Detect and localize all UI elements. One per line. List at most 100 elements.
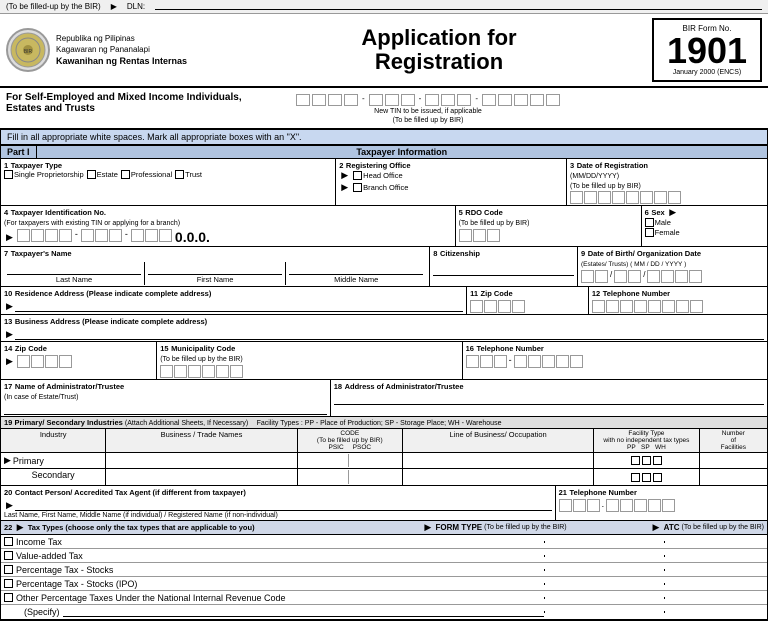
tel-res-5[interactable] — [648, 300, 661, 313]
cb-vat[interactable] — [4, 551, 13, 560]
tin-in-5[interactable] — [81, 229, 94, 242]
tel-bus-2[interactable] — [480, 355, 493, 368]
muni-4[interactable] — [202, 365, 215, 378]
zip-res-1[interactable] — [470, 300, 483, 313]
tel-bus-7[interactable] — [556, 355, 569, 368]
secondary-pp[interactable] — [631, 473, 640, 482]
muni-2[interactable] — [174, 365, 187, 378]
tel-c-3[interactable] — [587, 499, 600, 512]
zip-res-2[interactable] — [484, 300, 497, 313]
cb-box-head[interactable] — [353, 171, 362, 180]
date-cell-5[interactable] — [626, 191, 639, 204]
business-addr-input[interactable] — [15, 328, 764, 340]
cb-box-trust[interactable] — [175, 170, 184, 179]
tel-bus-3[interactable] — [494, 355, 507, 368]
form-type-income[interactable] — [544, 541, 664, 543]
tin-in-1[interactable] — [17, 229, 30, 242]
secondary-line-business[interactable] — [403, 469, 594, 485]
tel-c-1[interactable] — [559, 499, 572, 512]
muni-6[interactable] — [230, 365, 243, 378]
dob-7[interactable] — [675, 270, 688, 283]
atc-vat[interactable] — [664, 555, 764, 557]
tin-cell-8[interactable] — [425, 94, 439, 106]
secondary-wh[interactable] — [653, 473, 662, 482]
tin-cell-2[interactable] — [312, 94, 326, 106]
cb-box-single[interactable] — [4, 170, 13, 179]
zip-bus-3[interactable] — [45, 355, 58, 368]
primary-trade-names[interactable] — [106, 453, 297, 468]
tel-c-2[interactable] — [573, 499, 586, 512]
date-cell-7[interactable] — [654, 191, 667, 204]
dob-4[interactable] — [628, 270, 641, 283]
tin-cell-3[interactable] — [328, 94, 342, 106]
primary-psic[interactable] — [301, 454, 350, 467]
primary-psoc[interactable] — [351, 454, 399, 467]
secondary-psic[interactable] — [301, 470, 350, 484]
last-name-input[interactable] — [7, 263, 141, 275]
rdo-1[interactable] — [459, 229, 472, 242]
tel-res-7[interactable] — [676, 300, 689, 313]
form-type-pct-stocks[interactable] — [544, 569, 664, 571]
admin-name-input[interactable] — [4, 403, 327, 415]
primary-wh[interactable] — [653, 456, 662, 465]
tin-in-9[interactable] — [145, 229, 158, 242]
tel-res-3[interactable] — [620, 300, 633, 313]
rdo-3[interactable] — [487, 229, 500, 242]
zip-bus-1[interactable] — [17, 355, 30, 368]
tel-res-8[interactable] — [690, 300, 703, 313]
secondary-sp[interactable] — [642, 473, 651, 482]
first-name-input[interactable] — [148, 263, 282, 275]
tin-in-4[interactable] — [59, 229, 72, 242]
specify-input[interactable] — [63, 607, 544, 617]
primary-line-business[interactable] — [403, 453, 594, 468]
cb-other-pct[interactable] — [4, 593, 13, 602]
muni-1[interactable] — [160, 365, 173, 378]
tel-c-8[interactable] — [662, 499, 675, 512]
zip-bus-2[interactable] — [31, 355, 44, 368]
tin-in-2[interactable] — [31, 229, 44, 242]
dob-1[interactable] — [581, 270, 594, 283]
date-cell-1[interactable] — [570, 191, 583, 204]
tel-res-6[interactable] — [662, 300, 675, 313]
tel-c-4[interactable] — [606, 499, 619, 512]
tin-cell-14[interactable] — [530, 94, 544, 106]
tin-cell-13[interactable] — [514, 94, 528, 106]
tel-res-2[interactable] — [606, 300, 619, 313]
cb-box-male[interactable] — [645, 218, 654, 227]
form-type-specify[interactable] — [544, 611, 664, 613]
tin-cell-15[interactable] — [546, 94, 560, 106]
muni-3[interactable] — [188, 365, 201, 378]
secondary-trade-names[interactable] — [106, 469, 297, 485]
zip-bus-4[interactable] — [59, 355, 72, 368]
primary-pp[interactable] — [631, 456, 640, 465]
dob-3[interactable] — [614, 270, 627, 283]
secondary-num-fac[interactable] — [700, 469, 767, 485]
date-cell-6[interactable] — [640, 191, 653, 204]
cb-pct-ipo[interactable] — [4, 579, 13, 588]
citizenship-input[interactable] — [433, 264, 574, 276]
zip-res-4[interactable] — [512, 300, 525, 313]
form-type-vat[interactable] — [544, 555, 664, 557]
form-type-other-pct[interactable] — [544, 597, 664, 599]
tin-cell-6[interactable] — [385, 94, 399, 106]
zip-res-3[interactable] — [498, 300, 511, 313]
tin-cell-4[interactable] — [344, 94, 358, 106]
cb-pct-stocks[interactable] — [4, 565, 13, 574]
dob-2[interactable] — [595, 270, 608, 283]
dob-5[interactable] — [647, 270, 660, 283]
atc-pct-stocks[interactable] — [664, 569, 764, 571]
atc-pct-ipo[interactable] — [664, 583, 764, 585]
contact-input[interactable] — [15, 499, 552, 511]
cb-box-estate[interactable] — [87, 170, 96, 179]
tel-res-4[interactable] — [634, 300, 647, 313]
tel-c-5[interactable] — [620, 499, 633, 512]
tin-in-8[interactable] — [131, 229, 144, 242]
form-type-pct-ipo[interactable] — [544, 583, 664, 585]
secondary-psoc[interactable] — [351, 470, 399, 484]
cb-box-female[interactable] — [645, 228, 654, 237]
tel-bus-8[interactable] — [570, 355, 583, 368]
tin-cell-9[interactable] — [441, 94, 455, 106]
tin-cell-7[interactable] — [401, 94, 415, 106]
residence-input[interactable] — [15, 300, 463, 312]
date-cell-8[interactable] — [668, 191, 681, 204]
